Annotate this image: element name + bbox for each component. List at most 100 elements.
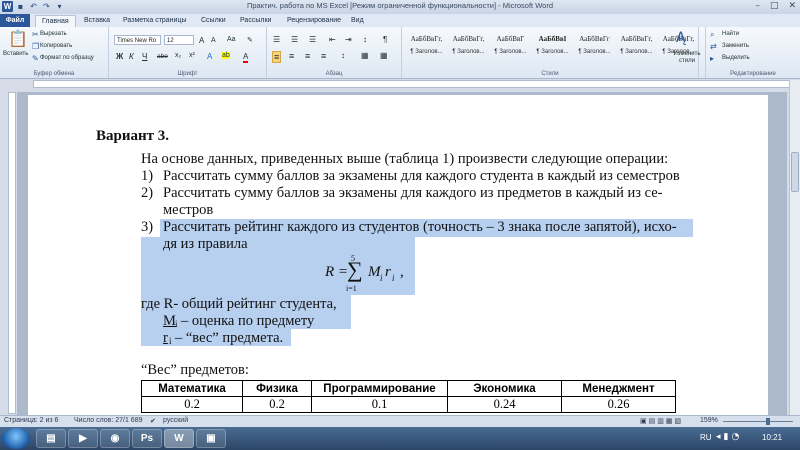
tab-review[interactable]: Рецензирование — [287, 15, 341, 27]
align-left-button[interactable]: ≡ — [272, 51, 282, 63]
style-item[interactable]: АаБбВвГг ¶ Заголов... — [574, 31, 615, 63]
tab-references[interactable]: Ссылки — [201, 15, 226, 27]
tab-mailings[interactable]: Рассылки — [240, 15, 271, 27]
zoom-level[interactable]: 159% — [700, 417, 718, 424]
minimize-button[interactable]: – — [755, 1, 760, 11]
taskbar-app-button[interactable]: ▣ — [196, 429, 226, 448]
underline-button[interactable]: Ч — [142, 52, 147, 61]
style-item[interactable]: АаБбВвI ¶ Заголов... — [532, 31, 573, 63]
italic-button[interactable]: К — [129, 52, 134, 61]
formula-subscript: i — [380, 273, 383, 283]
table-header-cell: Экономика — [447, 380, 562, 397]
numbering-button[interactable]: ☰ — [291, 35, 298, 44]
start-button[interactable] — [2, 428, 30, 449]
zoom-slider-thumb[interactable] — [766, 418, 770, 425]
formula-term-r: r — [385, 264, 391, 280]
shading-button[interactable]: ▦ — [361, 51, 369, 60]
close-button[interactable]: ✕ — [788, 1, 796, 11]
spell-check-icon[interactable]: ✔ — [150, 417, 156, 425]
tray-icons[interactable]: ◂▮◔ — [716, 432, 742, 442]
formula-lower-limit: i=1 — [346, 284, 357, 293]
formula-term-m: M — [368, 264, 381, 280]
paste-button[interactable]: Вставить — [3, 51, 28, 57]
strikethrough-button[interactable]: abe — [157, 53, 168, 60]
word-count[interactable]: Число слов: 27/1 689 — [74, 417, 143, 424]
table-cell: 0.26 — [561, 396, 676, 413]
bold-button[interactable]: Ж — [116, 52, 123, 61]
window-controls: – □ ✕ — [755, 1, 796, 11]
taskbar-chrome-button[interactable]: ◉ — [100, 429, 130, 448]
font-color-button[interactable]: A — [243, 52, 249, 63]
sort-button[interactable]: ↕ — [363, 35, 367, 44]
maximize-button[interactable]: □ — [770, 1, 779, 11]
where-text: где R- общий рейтинг студента, — [141, 296, 337, 312]
tab-insert[interactable]: Вставка — [84, 15, 110, 27]
page-count[interactable]: Страница: 2 из 6 — [4, 417, 58, 424]
clock[interactable]: 10:21 — [762, 433, 782, 442]
line-spacing-button[interactable]: ↕ — [341, 51, 345, 60]
copy-button[interactable]: Копировать — [40, 43, 72, 49]
borders-button[interactable]: ▦ — [380, 51, 388, 60]
change-styles-icon: Ą — [676, 30, 686, 46]
grow-font-button[interactable]: A — [199, 36, 204, 45]
paste-icon[interactable]: 📋 — [8, 30, 28, 48]
align-center-button[interactable]: ≡ — [289, 51, 294, 61]
zoom-slider[interactable] — [723, 421, 793, 422]
style-item[interactable]: АаБбВвГг, ¶ Заголов... — [616, 31, 657, 63]
select-button[interactable]: Выделить — [722, 55, 750, 61]
scroll-thumb[interactable] — [791, 152, 799, 192]
decrease-indent-button[interactable]: ⇤ — [329, 35, 336, 44]
increase-indent-button[interactable]: ⇥ — [345, 35, 352, 44]
ribbon-tabs: Файл Главная Вставка Разметка страницы С… — [0, 14, 800, 28]
view-buttons-icon[interactable]: ▣▤▥▦▧ — [640, 417, 683, 425]
bullets-button[interactable]: ☰ — [273, 35, 280, 44]
where-text: – “вес” предмета. — [175, 330, 284, 346]
vertical-scrollbar[interactable] — [789, 80, 800, 415]
subscript-button[interactable]: x₂ — [175, 52, 181, 59]
table-cell: 0.24 — [447, 396, 562, 413]
horizontal-ruler[interactable] — [33, 80, 791, 88]
replace-icon: ⇄ — [710, 42, 717, 51]
superscript-button[interactable]: x² — [189, 52, 195, 59]
font-group: Times New Ro 12 A A Aa ✎ Ж К Ч abe x₂ x²… — [109, 27, 267, 78]
vertical-ruler[interactable] — [8, 92, 16, 414]
paragraph-group: ☰ ☰ ☰ ⇤ ⇥ ↕ ¶ ≡ ≡ ≡ ≡ ↕ ▦ ▦ Абзац — [267, 27, 402, 78]
taskbar-media-button[interactable]: ▶ — [68, 429, 98, 448]
shrink-font-button[interactable]: A — [211, 37, 216, 44]
multilevel-list-button[interactable]: ☰ — [309, 35, 316, 44]
tab-file[interactable]: Файл — [0, 14, 30, 27]
taskbar-word-button[interactable]: W — [164, 429, 194, 448]
align-right-button[interactable]: ≡ — [305, 51, 310, 61]
style-item[interactable]: АаБбВвГ ¶ Заголов... — [490, 31, 531, 63]
change-case-button[interactable]: Aa — [227, 36, 236, 43]
table-header-cell: Математика — [141, 380, 243, 397]
style-item[interactable]: АаБбВвГг, ¶ Заголов... — [406, 31, 447, 63]
find-button[interactable]: Найти — [722, 31, 739, 37]
taskbar-explorer-button[interactable]: ▤ — [36, 429, 66, 448]
taskbar-photoshop-button[interactable]: Ps — [132, 429, 162, 448]
tab-view[interactable]: Вид — [351, 15, 364, 27]
change-styles-button[interactable]: Изменить стили — [667, 51, 707, 65]
input-language[interactable]: RU — [700, 433, 712, 442]
justify-button[interactable]: ≡ — [321, 51, 326, 61]
where-subscript: i — [175, 319, 178, 329]
font-size-select[interactable]: 12 — [164, 35, 194, 45]
text-effects-button[interactable]: A — [207, 52, 212, 61]
font-name-select[interactable]: Times New Ro — [114, 35, 161, 45]
scissors-icon: ✂ — [32, 30, 39, 39]
list-item-text: дя из правила — [163, 236, 248, 252]
tab-page-layout[interactable]: Разметка страницы — [123, 15, 187, 27]
highlight-button[interactable]: ab — [222, 52, 230, 59]
table-header-row: Математика Физика Программирование Эконо… — [141, 380, 676, 397]
clear-format-button[interactable]: ✎ — [247, 36, 253, 44]
style-item[interactable]: АаБбВвГг, ¶ Заголов... — [448, 31, 489, 63]
cut-button[interactable]: Вырезать — [40, 31, 67, 37]
variant-heading: Вариант 3. — [96, 128, 170, 144]
list-item-text: Рассчитать рейтинг каждого из студентов … — [163, 219, 677, 235]
table-header-cell: Менеджмент — [561, 380, 676, 397]
replace-button[interactable]: Заменить — [722, 43, 749, 49]
show-marks-button[interactable]: ¶ — [383, 35, 387, 44]
table-header-cell: Программирование — [311, 380, 448, 397]
language-indicator[interactable]: русский — [163, 417, 188, 424]
format-painter-button[interactable]: Формат по образцу — [40, 55, 94, 61]
